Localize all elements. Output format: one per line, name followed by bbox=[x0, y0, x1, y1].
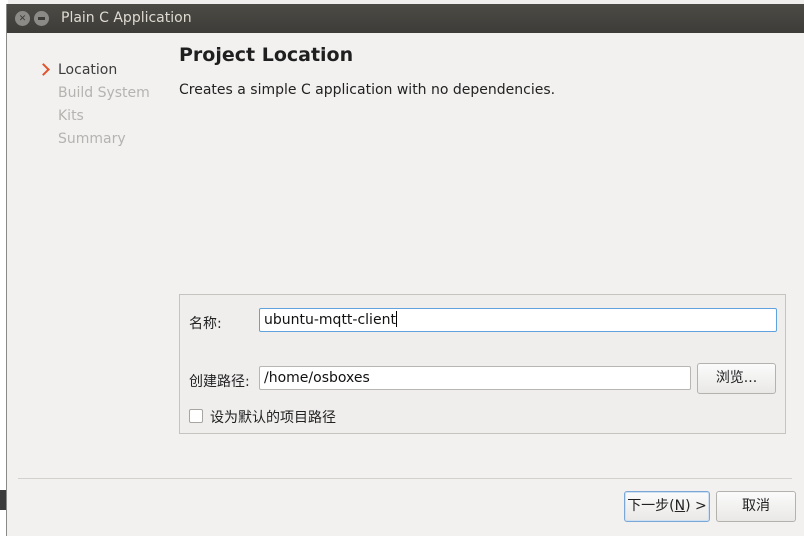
chevron-right-icon bbox=[37, 63, 50, 76]
text-caret bbox=[395, 311, 397, 327]
path-field[interactable]: /home/osboxes bbox=[259, 366, 691, 390]
location-form: 名称: ubuntu-mqtt-client 创建路径: /home/osbox… bbox=[179, 294, 786, 434]
step-label: Build System bbox=[58, 85, 150, 101]
name-value: ubuntu-mqtt-client bbox=[264, 312, 396, 328]
page-subtitle: Creates a simple C application with no d… bbox=[179, 82, 556, 98]
next-label-prefix: 下一步( bbox=[627, 498, 675, 514]
page-title: Project Location bbox=[179, 44, 354, 66]
next-mnemonic: N bbox=[674, 498, 686, 514]
cancel-button[interactable]: 取消 bbox=[716, 491, 796, 522]
window-title: Plain C Application bbox=[61, 10, 192, 26]
step-label: Summary bbox=[58, 131, 126, 147]
name-label: 名称: bbox=[189, 316, 222, 332]
default-path-checkbox[interactable] bbox=[189, 409, 203, 423]
next-label-suffix: ) > bbox=[685, 498, 707, 514]
path-label: 创建路径: bbox=[189, 374, 250, 390]
step-build-system: Build System bbox=[36, 82, 150, 105]
close-icon[interactable] bbox=[15, 11, 30, 26]
step-location: Location bbox=[36, 59, 150, 82]
browse-button[interactable]: 浏览... bbox=[697, 363, 776, 394]
path-value: /home/osboxes bbox=[264, 370, 370, 386]
step-kits: Kits bbox=[36, 105, 150, 128]
default-path-label[interactable]: 设为默认的项目路径 bbox=[210, 410, 336, 426]
wizard-dialog: Plain C Application Location Build Syste… bbox=[6, 4, 804, 536]
step-summary: Summary bbox=[36, 128, 150, 151]
footer-divider bbox=[18, 478, 792, 479]
title-bar[interactable]: Plain C Application bbox=[7, 4, 804, 33]
default-path-checkbox-row[interactable]: 设为默认的项目路径 bbox=[189, 407, 336, 427]
step-label: Location bbox=[58, 62, 118, 78]
step-label: Kits bbox=[58, 108, 84, 124]
next-button[interactable]: 下一步(N) > bbox=[624, 491, 710, 522]
minimize-icon[interactable] bbox=[34, 11, 49, 26]
name-field[interactable]: ubuntu-mqtt-client bbox=[259, 308, 777, 332]
wizard-steps: Location Build System Kits Summary bbox=[36, 59, 150, 151]
